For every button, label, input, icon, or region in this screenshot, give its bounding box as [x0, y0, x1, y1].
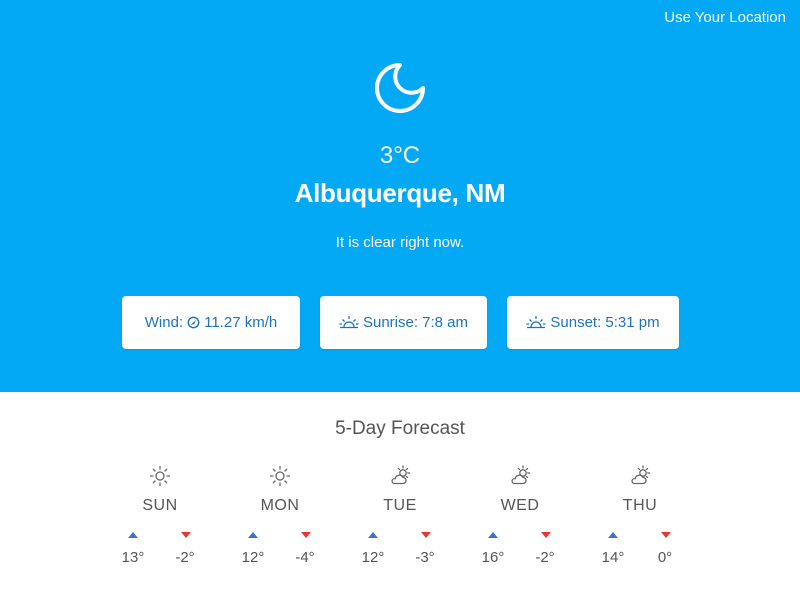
- high-arrow-icon: [248, 532, 258, 538]
- weather-description: It is clear right now.: [335, 234, 465, 251]
- forecast-high: 14°: [601, 549, 625, 566]
- forecast-low: -2°: [175, 549, 195, 566]
- forecast-low: 0°: [657, 549, 673, 566]
- low-arrow-icon: [301, 532, 311, 538]
- partly-cloudy-icon: [631, 465, 651, 485]
- sunrise-card: Sunrise: 7:8 am: [320, 296, 487, 349]
- low-arrow-icon: [541, 532, 551, 538]
- sunrise-icon: [339, 315, 359, 328]
- wind-value: 11.27 km/h: [204, 314, 278, 331]
- forecast-day-name: SUN: [142, 497, 178, 514]
- forecast-high: 16°: [481, 549, 505, 566]
- use-location-link[interactable]: Use Your Location: [664, 9, 786, 26]
- forecast-day: TUE 12° -3°: [340, 464, 460, 569]
- low-arrow-icon: [421, 532, 431, 538]
- forecast-low: -4°: [295, 549, 315, 566]
- sunset-text: Sunset: 5:31 pm: [550, 314, 660, 331]
- high-arrow-icon: [488, 532, 498, 538]
- sun-icon: [269, 465, 291, 487]
- forecast-day: SUN 13° -2°: [100, 464, 220, 569]
- forecast-day-name: WED: [500, 497, 540, 514]
- forecast-low: -2°: [535, 549, 555, 566]
- wind-label: Wind:: [144, 314, 184, 331]
- city-name: Albuquerque, NM: [294, 178, 506, 208]
- low-arrow-icon: [181, 532, 191, 538]
- forecast-day: THU 14° 0°: [580, 464, 700, 569]
- forecast-day: WED 16° -2°: [460, 464, 580, 569]
- moon-icon: [375, 63, 425, 113]
- partly-cloudy-icon: [391, 465, 411, 485]
- sun-icon: [149, 465, 171, 487]
- forecast-high: 12°: [361, 549, 385, 566]
- forecast-high: 12°: [241, 549, 265, 566]
- partly-cloudy-icon: [511, 465, 531, 485]
- forecast-day-name: MON: [260, 497, 300, 514]
- wind-card: Wind: 11.27 km/h: [122, 296, 300, 349]
- forecast-day: MON 12° -4°: [220, 464, 340, 569]
- forecast-title: 5-Day Forecast: [335, 418, 465, 439]
- current-temperature: 3°C: [379, 142, 421, 169]
- high-arrow-icon: [128, 532, 138, 538]
- forecast-low: -3°: [415, 549, 435, 566]
- low-arrow-icon: [661, 532, 671, 538]
- high-arrow-icon: [368, 532, 378, 538]
- current-weather-panel: Use Your Location 3°C Albuquerque, NM It…: [0, 0, 800, 392]
- sunset-card: Sunset: 5:31 pm: [507, 296, 679, 349]
- high-arrow-icon: [608, 532, 618, 538]
- forecast-high: 13°: [121, 549, 145, 566]
- sunset-icon: [526, 315, 546, 328]
- sunrise-text: Sunrise: 7:8 am: [362, 314, 469, 331]
- compass-icon: [187, 316, 200, 329]
- forecast-day-name: THU: [622, 497, 658, 514]
- forecast-day-name: TUE: [383, 497, 417, 514]
